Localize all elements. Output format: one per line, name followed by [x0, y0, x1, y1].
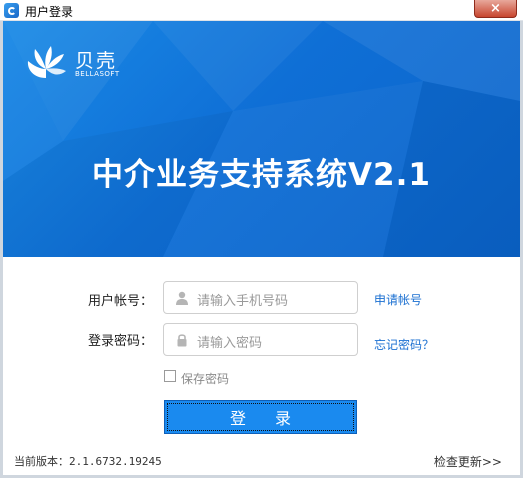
close-button[interactable]: × — [474, 0, 517, 18]
password-input[interactable]: 请输入密码 — [163, 323, 358, 356]
banner: 贝壳 BELLASOFT 中介业务支持系统V2.1 — [3, 21, 520, 257]
password-label: 登录密码： — [88, 334, 154, 349]
login-button[interactable]: 登 录 — [164, 400, 357, 434]
window-title: 用户登录 — [25, 5, 74, 19]
remember-password-checkbox[interactable] — [164, 370, 176, 382]
brand-name-cn: 贝壳 — [75, 50, 118, 72]
bellasoft-logo-icon — [27, 46, 66, 78]
account-placeholder: 请输入手机号码 — [197, 294, 289, 309]
title-bar: 用户登录 × — [0, 0, 523, 21]
lock-icon — [177, 334, 187, 347]
account-label: 用户帐号： — [88, 294, 154, 309]
system-title: 中介业务支持系统V2.1 — [92, 157, 431, 193]
brand-name-en: BELLASOFT — [75, 70, 120, 78]
remember-password-label[interactable]: 保存密码 — [181, 370, 229, 387]
app-icon — [4, 3, 19, 18]
check-update-link[interactable]: 检查更新>> — [434, 453, 502, 470]
password-placeholder: 请输入密码 — [197, 336, 263, 351]
apply-account-link[interactable]: 申请帐号 — [374, 291, 422, 308]
user-icon — [176, 291, 188, 305]
version-text: 当前版本：2.1.6732.19245 — [14, 455, 162, 468]
forgot-password-link[interactable]: 忘记密码？ — [374, 336, 434, 353]
account-input[interactable]: 请输入手机号码 — [163, 281, 358, 314]
